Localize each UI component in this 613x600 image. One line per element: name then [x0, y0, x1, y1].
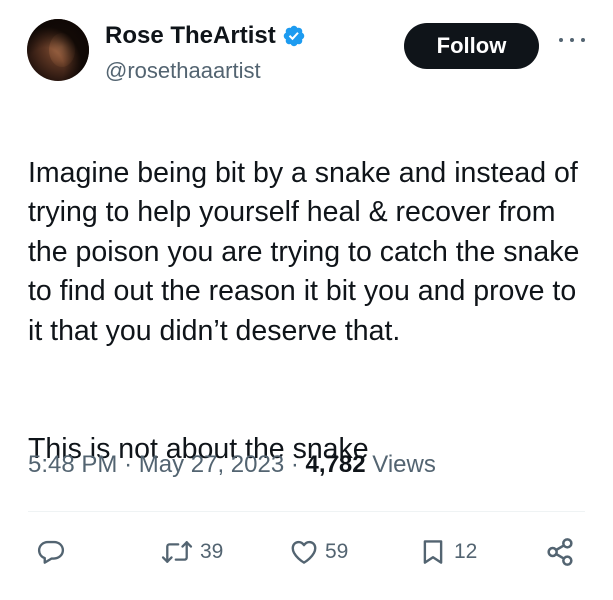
- author-name-row: Rose TheArtist: [105, 22, 306, 50]
- more-dot: [559, 38, 563, 42]
- reply-icon: [36, 537, 66, 567]
- divider: [28, 511, 585, 512]
- more-dot: [570, 38, 574, 42]
- author-handle[interactable]: @rosethaaartist: [105, 58, 261, 84]
- tweet-date[interactable]: May 27, 2023: [139, 451, 284, 478]
- tweet-card: Rose TheArtist @rosethaaartist Follow Im…: [0, 0, 613, 600]
- meta-separator: ·: [124, 451, 133, 478]
- retweet-icon: [160, 537, 194, 567]
- retweet-button[interactable]: 39: [160, 530, 223, 574]
- tweet-meta: 5:48 PM · May 27, 2023 · 4,782 Views: [28, 451, 436, 479]
- like-button[interactable]: 59: [289, 530, 348, 574]
- meta-separator: ·: [290, 451, 299, 478]
- views-count: 4,782: [305, 451, 366, 478]
- verified-badge-icon: [282, 24, 306, 48]
- tweet-paragraph: Imagine being bit by a snake and instead…: [28, 156, 580, 347]
- avatar[interactable]: [27, 19, 89, 81]
- like-count: 59: [325, 540, 349, 563]
- avatar-hair: [27, 19, 89, 81]
- bookmark-icon: [418, 537, 448, 567]
- action-bar: 39 59 12: [0, 530, 613, 574]
- retweet-count: 39: [200, 540, 224, 563]
- more-horizontal-icon[interactable]: [559, 36, 585, 44]
- more-dot: [581, 38, 585, 42]
- tweet-time[interactable]: 5:48 PM: [28, 451, 117, 478]
- author-name[interactable]: Rose TheArtist: [105, 22, 276, 50]
- reply-button[interactable]: [36, 530, 66, 574]
- share-button[interactable]: [544, 530, 576, 574]
- bookmark-count: 12: [454, 540, 478, 563]
- bookmark-button[interactable]: 12: [418, 530, 477, 574]
- follow-button[interactable]: Follow: [404, 23, 539, 69]
- tweet-text: Imagine being bit by a snake and instead…: [28, 114, 598, 509]
- views-label: Views: [372, 451, 436, 478]
- share-icon: [544, 536, 576, 568]
- heart-icon: [289, 537, 319, 567]
